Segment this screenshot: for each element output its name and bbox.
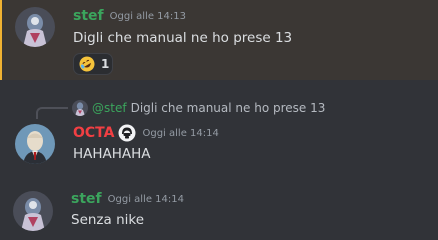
message-timestamp[interactable]: Oggi alle 14:13 [110, 11, 186, 22]
stef-avatar-image [13, 191, 53, 231]
message-content: Digli che manual ne ho prese 13 [73, 30, 293, 46]
message-content: Senza nike [71, 212, 145, 228]
avatar[interactable] [15, 7, 55, 47]
message-item[interactable]: OCTA Oggi alle 14:14 HAHAHAHA [0, 118, 438, 172]
avatar[interactable] [13, 191, 53, 231]
message-timestamp[interactable]: Oggi alle 14:14 [142, 128, 218, 139]
reaction-button[interactable]: 1 [73, 53, 113, 75]
author-name[interactable]: stef [71, 191, 102, 207]
reply-text[interactable]: Digli che manual ne ho prese 13 [131, 101, 326, 115]
reply-avatar [72, 100, 88, 116]
reaction-count: 1 [101, 57, 110, 71]
author-name[interactable]: stef [73, 8, 104, 24]
author-name[interactable]: OCTA [73, 125, 114, 141]
reply-author[interactable]: @stef [92, 101, 127, 115]
message-content: HAHAHAHA [73, 146, 151, 162]
message-item[interactable]: stef Oggi alle 14:13 Digli che manual ne… [0, 0, 438, 80]
message-timestamp[interactable]: Oggi alle 14:14 [108, 194, 184, 205]
octa-avatar-image [15, 124, 55, 164]
rolling-on-floor-laughing-emoji-icon [79, 56, 95, 72]
reply-preview[interactable]: @stef Digli che manual ne ho prese 13 [72, 100, 325, 116]
avatar[interactable] [15, 124, 55, 164]
helmet-role-icon[interactable] [118, 124, 136, 142]
message-item[interactable]: stef Oggi alle 14:14 Senza nike [0, 185, 438, 240]
stef-avatar-image [15, 7, 55, 47]
stef-avatar-image-small [72, 100, 88, 116]
chat-message-list: stef Oggi alle 14:13 Digli che manual ne… [0, 0, 438, 240]
